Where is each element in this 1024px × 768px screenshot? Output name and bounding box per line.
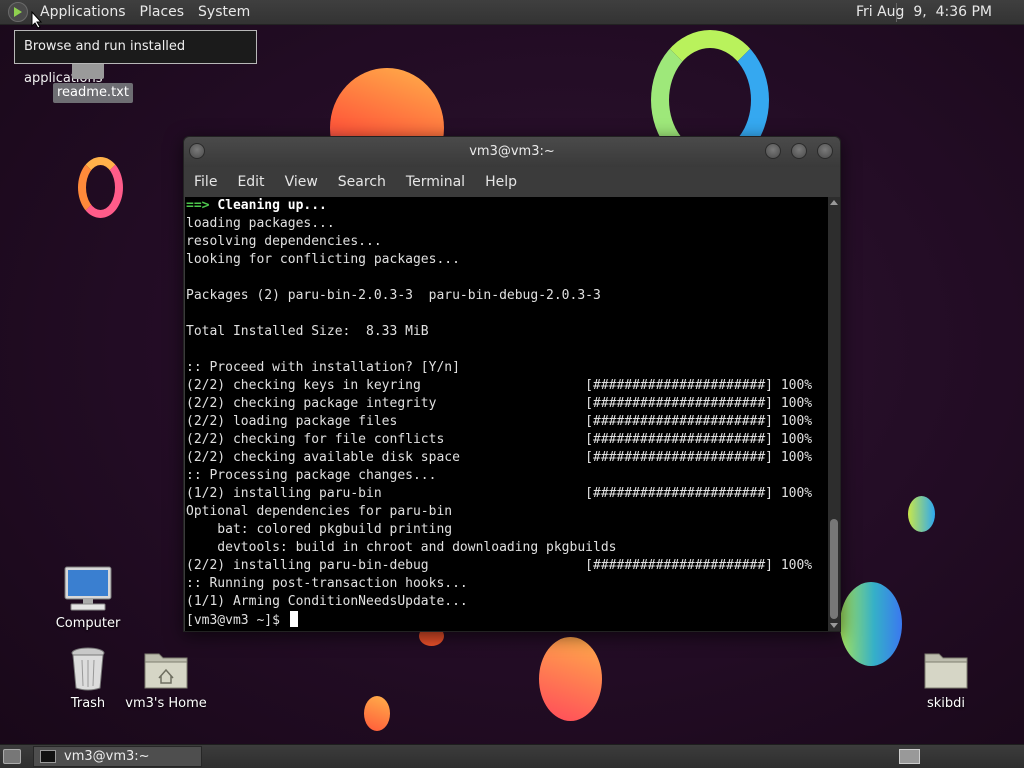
terminal-window[interactable]: vm3@vm3:~ File Edit View Search Terminal… bbox=[183, 136, 841, 632]
terminal-line: (2/2) checking for file conflicts [#####… bbox=[186, 432, 813, 447]
terminal-line: :: Processing package changes... bbox=[186, 468, 437, 483]
folder-icon bbox=[924, 653, 968, 689]
scroll-up-arrow-icon[interactable] bbox=[830, 200, 838, 205]
scrollbar-thumb[interactable] bbox=[830, 519, 838, 619]
terminal-scrollbar[interactable] bbox=[828, 197, 840, 631]
desktop-icon-home[interactable]: vm3's Home bbox=[124, 648, 208, 711]
wallpaper-ring-small bbox=[78, 157, 123, 218]
taskbar-item-terminal[interactable]: vm3@vm3:~ bbox=[33, 746, 202, 767]
desktop-icon-computer[interactable]: Computer bbox=[56, 566, 120, 631]
menu-help[interactable]: Help bbox=[475, 168, 527, 196]
computer-icon bbox=[64, 566, 112, 611]
menu-terminal[interactable]: Terminal bbox=[396, 168, 475, 196]
terminal-line: :: Proceed with installation? [Y/n] bbox=[186, 360, 460, 375]
desktop-icon-trash[interactable]: Trash bbox=[58, 646, 118, 711]
desktop-icon-computer-label: Computer bbox=[55, 616, 121, 631]
scroll-down-arrow-icon[interactable] bbox=[830, 623, 838, 628]
terminal-line: resolving dependencies... bbox=[186, 234, 382, 249]
menu-system[interactable]: System bbox=[191, 0, 257, 25]
desktop-icon-skibdi[interactable]: skibdi bbox=[916, 648, 976, 711]
top-panel: Applications Places System Fri Aug 9, 4:… bbox=[0, 0, 1024, 25]
trash-icon bbox=[71, 647, 105, 691]
terminal-line: (2/2) checking package integrity [######… bbox=[186, 396, 813, 411]
applications-menu-icon[interactable] bbox=[8, 2, 28, 22]
terminal-line: (2/2) checking available disk space [###… bbox=[186, 450, 813, 465]
workspace-switcher[interactable] bbox=[899, 749, 920, 764]
home-folder-icon bbox=[144, 653, 188, 689]
menu-view[interactable]: View bbox=[275, 168, 328, 196]
show-desktop-icon[interactable] bbox=[3, 749, 21, 764]
clock[interactable]: Fri Aug 9, 4:36 PM bbox=[856, 0, 992, 25]
menu-file[interactable]: File bbox=[184, 168, 227, 196]
terminal-line: (2/2) installing paru-bin-debug [#######… bbox=[186, 558, 813, 573]
minimize-button[interactable] bbox=[765, 143, 781, 159]
text-cursor bbox=[289, 611, 298, 627]
desktop-icon-home-label: vm3's Home bbox=[125, 696, 207, 711]
window-title: vm3@vm3:~ bbox=[469, 144, 555, 159]
terminal-line: bat: colored pkgbuild printing bbox=[186, 522, 453, 537]
window-titlebar[interactable]: vm3@vm3:~ bbox=[184, 137, 840, 167]
desktop-icon-skibdi-label: skibdi bbox=[926, 696, 966, 711]
status-arrow: ==> bbox=[186, 198, 210, 213]
terminal-line: looking for conflicting packages... bbox=[186, 252, 460, 267]
maximize-button[interactable] bbox=[791, 143, 807, 159]
terminal-line: (2/2) loading package files [###########… bbox=[186, 414, 813, 429]
terminal-line: (1/2) installing paru-bin [#############… bbox=[186, 486, 813, 501]
terminal-output[interactable]: ==> Cleaning up... loading packages... r… bbox=[185, 197, 828, 631]
menu-places[interactable]: Places bbox=[133, 0, 192, 25]
terminal-line: devtools: build in chroot and downloadin… bbox=[186, 540, 617, 555]
shell-prompt: [vm3@vm3 ~]$ bbox=[186, 613, 288, 628]
terminal-icon bbox=[40, 750, 56, 763]
terminal-line: (1/1) Arming ConditionNeedsUpdate... bbox=[186, 594, 468, 609]
bottom-panel: vm3@vm3:~ bbox=[0, 744, 1024, 768]
terminal-line: Total Installed Size: 8.33 MiB bbox=[186, 324, 429, 339]
applications-tooltip: Browse and run installed applications bbox=[14, 30, 257, 86]
desktop-icon-readme-label[interactable]: readme.txt bbox=[53, 83, 133, 103]
desktop-icon-trash-label: Trash bbox=[70, 696, 106, 711]
terminal-line: ==> Cleaning up... bbox=[186, 197, 828, 215]
text-file-icon[interactable] bbox=[72, 64, 104, 79]
terminal-line: Optional dependencies for paru-bin bbox=[186, 504, 453, 519]
menu-edit[interactable]: Edit bbox=[227, 168, 274, 196]
wallpaper-orange-dot bbox=[364, 696, 390, 731]
wallpaper-pill-small bbox=[908, 496, 935, 532]
menu-applications[interactable]: Applications bbox=[33, 0, 133, 25]
taskbar-item-label: vm3@vm3:~ bbox=[64, 749, 150, 764]
wallpaper-pill-large bbox=[840, 582, 902, 666]
terminal-line: Packages (2) paru-bin-2.0.3-3 paru-bin-d… bbox=[186, 288, 601, 303]
close-button[interactable] bbox=[817, 143, 833, 159]
terminal-line: loading packages... bbox=[186, 216, 335, 231]
terminal-prompt-line[interactable]: [vm3@vm3 ~]$ bbox=[186, 611, 828, 629]
terminal-line: (2/2) checking keys in keyring [########… bbox=[186, 378, 813, 393]
menu-search[interactable]: Search bbox=[328, 168, 396, 196]
cleanup-text: Cleaning up... bbox=[217, 198, 327, 213]
wallpaper-orange-ellipse bbox=[539, 637, 602, 721]
terminal-menubar: File Edit View Search Terminal Help bbox=[184, 168, 840, 196]
terminal-line: :: Running post-transaction hooks... bbox=[186, 576, 468, 591]
